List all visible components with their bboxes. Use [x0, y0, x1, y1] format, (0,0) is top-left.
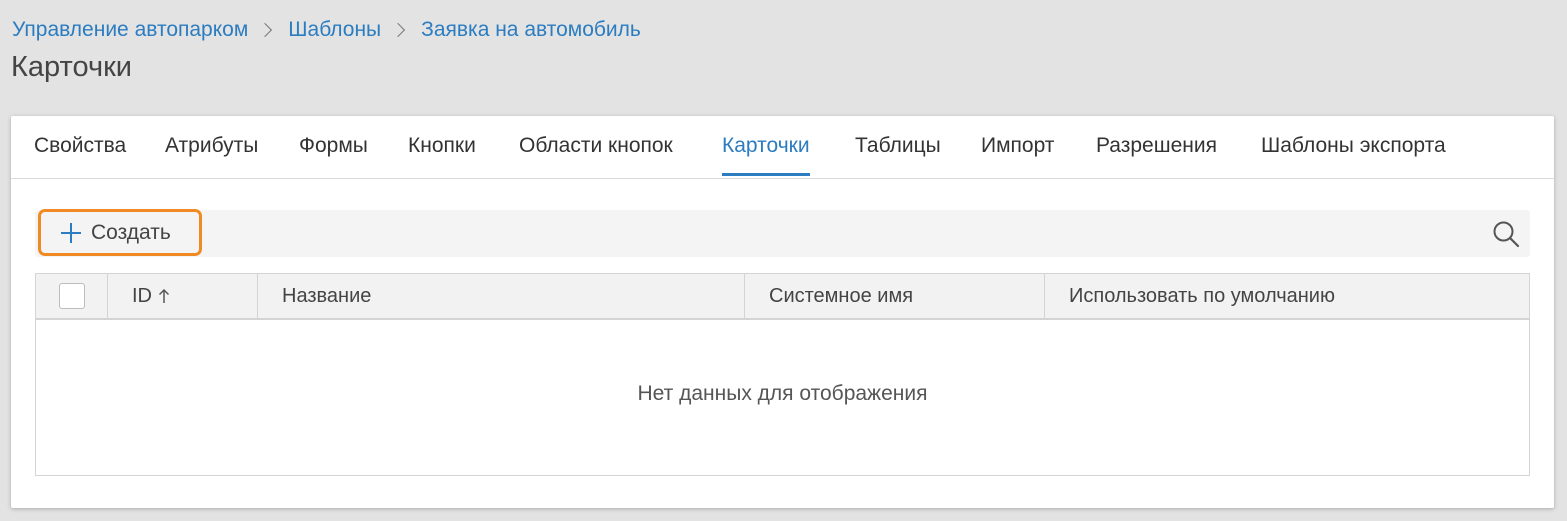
- page-title: Карточки: [11, 51, 132, 83]
- chevron-right-icon: [258, 22, 273, 38]
- tab-buttons[interactable]: Кнопки: [408, 134, 476, 176]
- tab-tables[interactable]: Таблицы: [855, 134, 941, 176]
- column-system-name-label: Системное имя: [769, 284, 914, 307]
- create-button[interactable]: Создать: [38, 209, 202, 256]
- arrow-up-icon: [158, 288, 170, 303]
- search-button[interactable]: [1492, 220, 1520, 248]
- breadcrumb-item-fleet-management[interactable]: Управление автопарком: [12, 18, 248, 42]
- column-id-label: ID: [132, 284, 152, 307]
- plus-icon: [61, 222, 81, 243]
- column-name-label: Название: [282, 284, 372, 307]
- table-header: ID Название Системное имя Использовать п…: [36, 274, 1529, 320]
- column-header-system-name[interactable]: Системное имя: [745, 274, 1045, 318]
- column-header-name[interactable]: Название: [258, 274, 745, 318]
- select-all-checkbox[interactable]: [59, 283, 85, 309]
- tab-cards[interactable]: Карточки: [722, 134, 810, 176]
- tab-forms[interactable]: Формы: [299, 134, 368, 176]
- tab-attributes[interactable]: Атрибуты: [165, 134, 258, 176]
- header-select-cell: [36, 274, 108, 318]
- toolbar: Создать: [35, 209, 1530, 257]
- chevron-right-icon: [391, 22, 406, 38]
- column-header-use-default[interactable]: Использовать по умолчанию: [1045, 274, 1529, 318]
- search-icon: [1493, 221, 1520, 248]
- tab-import[interactable]: Импорт: [981, 134, 1054, 176]
- data-table: ID Название Системное имя Использовать п…: [35, 273, 1530, 476]
- breadcrumb-item-car-request[interactable]: Заявка на автомобиль: [421, 18, 641, 42]
- tab-properties[interactable]: Свойства: [34, 134, 126, 176]
- tab-bar: Свойства Атрибуты Формы Кнопки Области к…: [11, 116, 1554, 179]
- create-button-label: Создать: [91, 220, 171, 244]
- breadcrumb-item-templates[interactable]: Шаблоны: [288, 18, 381, 42]
- breadcrumb: Управление автопарком Шаблоны Заявка на …: [12, 18, 641, 42]
- content-panel: Свойства Атрибуты Формы Кнопки Области к…: [11, 116, 1554, 508]
- tab-button-areas[interactable]: Области кнопок: [519, 134, 673, 176]
- column-use-default-label: Использовать по умолчанию: [1069, 284, 1335, 307]
- tab-export-templates[interactable]: Шаблоны экспорта: [1261, 134, 1446, 176]
- empty-state-message: Нет данных для отображения: [637, 382, 928, 405]
- tab-permissions[interactable]: Разрешения: [1096, 134, 1217, 176]
- column-header-id[interactable]: ID: [108, 274, 258, 318]
